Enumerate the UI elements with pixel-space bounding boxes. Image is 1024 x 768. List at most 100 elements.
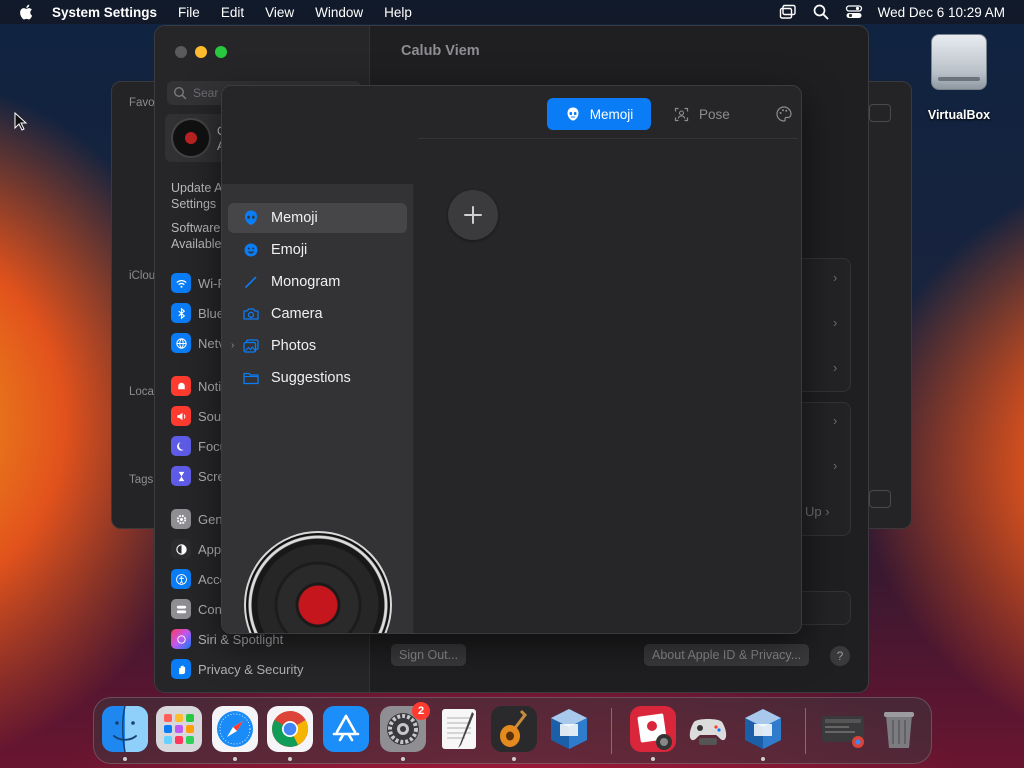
control-center-icon xyxy=(171,599,191,619)
hourglass-icon xyxy=(171,466,191,486)
category-suggestions[interactable]: Suggestions xyxy=(228,363,407,393)
sidebar-item-network[interactable]: Netv xyxy=(171,332,225,354)
software-update-available-link[interactable]: Software Available xyxy=(171,220,222,252)
spotlight-search-icon[interactable] xyxy=(812,3,830,21)
dock-virtualbox-vm-icon[interactable] xyxy=(740,706,786,752)
picker-divider xyxy=(418,138,798,139)
sidebar-item-bluetooth[interactable]: Blue xyxy=(171,302,224,324)
setup-row-label[interactable]: Up › xyxy=(805,504,830,519)
category-monogram[interactable]: Monogram xyxy=(228,267,407,297)
dock-safari-icon[interactable] xyxy=(212,706,258,752)
window-minimize-button[interactable] xyxy=(195,46,207,58)
drive-icon xyxy=(931,34,987,90)
desktop-icon-virtualbox[interactable]: VirtualBox xyxy=(922,34,996,122)
memoji-face-icon xyxy=(567,107,579,121)
menu-bar-clock[interactable]: Wed Dec 6 10:29 AM xyxy=(878,5,1005,20)
back-window-field xyxy=(869,104,891,122)
help-button[interactable]: ? xyxy=(830,646,850,666)
screen-mirroring-icon[interactable] xyxy=(779,3,797,21)
dock: 2 xyxy=(93,697,932,764)
category-emoji[interactable]: Emoji xyxy=(228,235,407,265)
chevron-right-icon: › xyxy=(833,360,838,375)
filter-palette-icon[interactable] xyxy=(775,105,793,123)
dock-game-controller-icon[interactable] xyxy=(685,706,731,752)
bell-icon xyxy=(171,376,191,396)
sidebar-section-icloud: iClou xyxy=(129,270,156,282)
category-memoji[interactable]: Memoji xyxy=(228,203,407,233)
sidebar-section-locations: Loca xyxy=(129,386,154,398)
memoji-icon xyxy=(241,208,261,228)
notification-badge: 2 xyxy=(412,702,430,720)
photos-icon xyxy=(241,336,261,356)
dock-virtualbox-icon[interactable] xyxy=(546,706,592,752)
chevron-right-icon: › xyxy=(833,315,838,330)
category-camera[interactable]: Camera xyxy=(228,299,407,329)
sidebar-item-general[interactable]: Gen xyxy=(171,508,223,530)
update-apple-id-settings-link[interactable]: Update A Settings xyxy=(171,180,222,212)
dock-app-store-icon[interactable] xyxy=(323,706,369,752)
appearance-icon xyxy=(171,539,191,559)
sidebar-item-notifications[interactable]: Notif xyxy=(171,375,225,397)
chevron-right-icon: › xyxy=(833,413,838,428)
desktop-icon-label: VirtualBox xyxy=(927,108,991,122)
sidebar-section-favorites: Favo xyxy=(129,97,155,109)
sidebar-item-appearance[interactable]: App xyxy=(171,538,221,560)
moon-icon xyxy=(171,436,191,456)
sign-out-button[interactable]: Sign Out... xyxy=(391,644,467,666)
window-zoom-button[interactable] xyxy=(215,46,227,58)
chevron-right-icon: › xyxy=(833,270,838,285)
pose-frame-icon xyxy=(674,107,689,121)
tab-memoji[interactable]: Memoji xyxy=(547,98,651,130)
sidebar-item-privacy-security[interactable]: Privacy & Security xyxy=(171,658,303,680)
menu-file[interactable]: File xyxy=(178,5,200,20)
wifi-icon xyxy=(171,273,191,293)
pencil-icon xyxy=(241,272,261,292)
menu-bar: System Settings File Edit View Window He… xyxy=(0,0,1024,24)
menu-window[interactable]: Window xyxy=(315,5,363,20)
back-window-field xyxy=(869,490,891,508)
search-icon xyxy=(173,86,187,100)
accessibility-icon xyxy=(171,569,191,589)
sidebar-item-sound[interactable]: Sou xyxy=(171,405,221,427)
speaker-icon xyxy=(171,406,191,426)
menu-help[interactable]: Help xyxy=(384,5,412,20)
sidebar-item-accessibility[interactable]: Acce xyxy=(171,568,227,590)
emoji-icon xyxy=(241,240,261,260)
hand-icon xyxy=(171,659,191,679)
about-apple-id-privacy-button[interactable]: About Apple ID & Privacy... xyxy=(644,644,810,666)
settings-card xyxy=(801,258,851,392)
settings-card xyxy=(801,591,851,625)
sidebar-item-wifi[interactable]: Wi-F xyxy=(171,272,225,294)
mouse-cursor-icon xyxy=(14,112,28,131)
apple-logo-icon[interactable] xyxy=(18,3,36,21)
dock-chrome-icon[interactable] xyxy=(267,706,313,752)
sidebar-item-focus[interactable]: Focu xyxy=(171,435,227,457)
add-memoji-button[interactable] xyxy=(448,190,498,240)
avatar xyxy=(171,118,211,158)
bluetooth-icon xyxy=(171,303,191,323)
tab-pose[interactable]: Pose xyxy=(674,98,730,130)
dock-finder-icon[interactable] xyxy=(102,705,148,753)
memoji-picker-panel: Memoji Pose Memoji Emoji Monogram Camera… xyxy=(221,85,802,634)
dock-launchpad-icon[interactable] xyxy=(156,706,202,752)
gear-icon xyxy=(171,509,191,529)
search-placeholder: Sear xyxy=(193,86,219,100)
dock-garageband-icon[interactable] xyxy=(491,706,537,752)
dock-photo-booth-icon[interactable] xyxy=(630,706,676,752)
window-close-button[interactable] xyxy=(175,46,187,58)
globe-icon xyxy=(171,333,191,353)
sidebar-section-tags: Tags xyxy=(129,474,154,486)
category-photos[interactable]: Photos xyxy=(228,331,407,361)
control-center-icon[interactable] xyxy=(845,3,863,21)
camera-icon xyxy=(241,304,261,324)
dock-textedit-icon[interactable] xyxy=(436,706,482,752)
dock-trash-icon[interactable] xyxy=(876,706,922,752)
chevron-right-icon: › xyxy=(833,458,838,473)
menu-edit[interactable]: Edit xyxy=(221,5,244,20)
sidebar-item-control-center[interactable]: Con xyxy=(171,598,222,620)
menu-view[interactable]: View xyxy=(265,5,294,20)
dock-downloads-stack-icon[interactable] xyxy=(820,706,866,752)
settings-pane-title: Calub Viem xyxy=(401,43,480,59)
sidebar-item-screen-time[interactable]: Scre xyxy=(171,465,225,487)
menu-app-name[interactable]: System Settings xyxy=(52,5,157,20)
